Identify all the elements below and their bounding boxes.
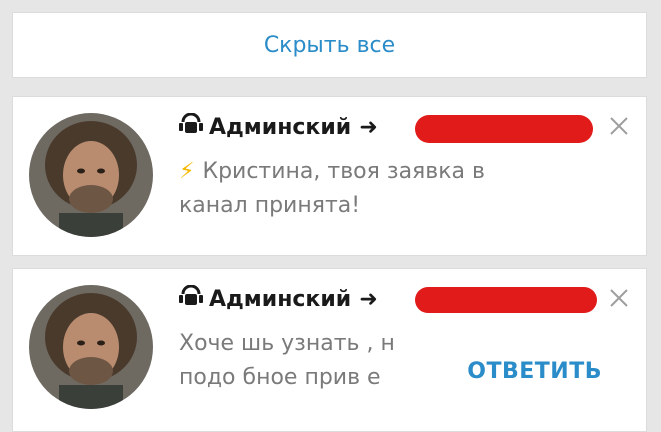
lock-icon <box>179 112 203 141</box>
hide-all-panel: Скрыть все <box>12 12 647 78</box>
avatar <box>29 285 153 409</box>
notification-card[interactable]: Админский ➜ ⚡ Кристина, твоя заявка в кан… <box>12 96 647 256</box>
close-icon[interactable] <box>608 287 630 309</box>
message-text: ⚡ Кристина, твоя заявка в канал принята! <box>179 159 485 218</box>
arrow-icon: ➜ <box>359 286 378 312</box>
sender-line: Админский ➜ <box>179 284 384 313</box>
arrow-icon: ➜ <box>359 114 378 140</box>
lock-icon <box>179 284 203 313</box>
redaction-mark <box>415 115 593 143</box>
lightning-icon: ⚡ <box>179 159 195 184</box>
redaction-mark <box>415 287 597 313</box>
notification-card[interactable]: Админский ➜ Хоче шь узнать , н подо бное… <box>12 268 647 432</box>
sender-name: Админский <box>209 114 352 140</box>
text-fade <box>393 331 453 403</box>
hide-all-button[interactable]: Скрыть все <box>13 13 646 77</box>
reply-button[interactable]: ОТВЕТИТЬ <box>467 359 602 384</box>
avatar <box>29 113 153 237</box>
sender-name: Админский <box>209 286 352 312</box>
close-icon[interactable] <box>608 115 630 137</box>
sender-line: Админский ➜ <box>179 112 384 141</box>
